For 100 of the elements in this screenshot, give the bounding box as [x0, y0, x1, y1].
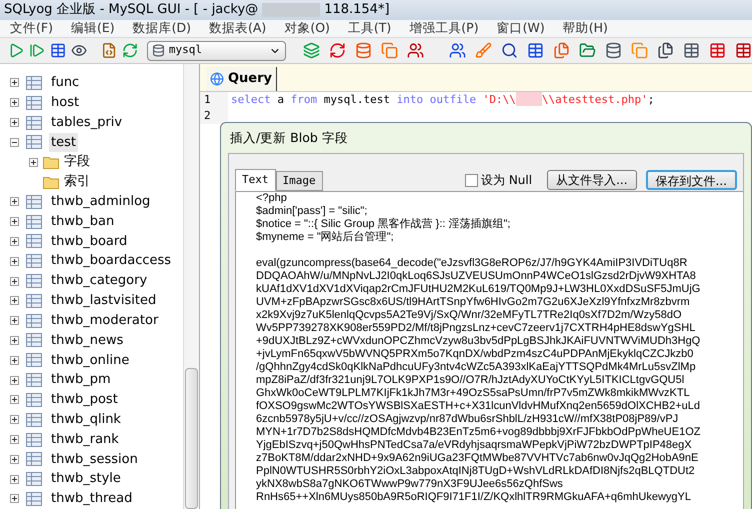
tree-item[interactable]: func	[49, 73, 82, 93]
text-line: x2k9Xvj9z7uK5lenlqQcvps5A2Te9Vj/SxQ/Wnr/32eMFyTL7TRe2Iq0sXf7D2m/Wzy58dO	[256, 309, 683, 322]
search-icon[interactable]	[500, 42, 518, 59]
expand-icon[interactable]	[10, 494, 19, 504]
tree-item[interactable]: thwb_adminlog	[49, 192, 152, 212]
play-icon[interactable]	[8, 42, 24, 59]
expand-icon[interactable]	[10, 376, 19, 385]
expand-icon[interactable]	[10, 256, 19, 266]
menu-item[interactable]: 文件(F)	[10, 19, 53, 38]
menu-item[interactable]: 帮助(H)	[562, 19, 608, 38]
table-icon	[26, 96, 42, 110]
user-icon[interactable]	[406, 42, 424, 59]
expand-icon[interactable]	[10, 435, 19, 444]
expand-icon[interactable]	[10, 118, 19, 128]
menu-item[interactable]: 对象(O)	[284, 19, 330, 38]
code-token: mysql.test	[324, 92, 391, 108]
menu-item[interactable]: 数据库(D)	[132, 19, 191, 38]
tree-item[interactable]: thwb_news	[49, 330, 126, 350]
expand-icon[interactable]	[10, 336, 19, 345]
expand-icon[interactable]	[10, 296, 19, 306]
expand-icon[interactable]	[10, 415, 19, 424]
tree-item[interactable]: test	[49, 132, 78, 152]
expand-icon[interactable]	[10, 276, 19, 286]
expand-icon[interactable]	[10, 454, 19, 464]
menu-item[interactable]: 数据表(A)	[209, 19, 266, 38]
database-dropdown[interactable]: mysql	[146, 40, 286, 60]
table-icon[interactable]	[526, 42, 544, 59]
menu-item[interactable]: 增强工具(P)	[409, 19, 479, 38]
tree-item[interactable]: 索引	[64, 172, 90, 192]
tree-item[interactable]: thwb_moderator	[49, 310, 160, 330]
database-icon[interactable]	[604, 42, 622, 59]
expand-icon[interactable]	[10, 217, 19, 226]
files-icon[interactable]	[656, 42, 674, 59]
redacted-block	[516, 92, 542, 106]
text-line: GhxWk0oCeWT9LPLM7KIjFk1kJh7M3r+49OzS5saPsUmn/frP7v5mZWk8mkikMWvzKTL	[256, 387, 691, 400]
script-icon[interactable]	[100, 42, 117, 59]
text-line: PplN0WTUSHR5S0rbhY2iOxL3abpoxAtqINj8TUgD+WshVLdRLkDAfDI8Njfs2qBLQTDUt2	[256, 465, 696, 478]
tree-item[interactable]: thwb_qlink	[49, 410, 123, 430]
refresh-icon[interactable]	[122, 42, 138, 59]
tree-item[interactable]: tables_priv	[49, 112, 124, 132]
expand-icon[interactable]	[10, 197, 19, 206]
menu-item[interactable]: 窗口(W)	[496, 19, 545, 38]
text-area[interactable]	[235, 191, 743, 509]
expand-icon[interactable]	[10, 98, 19, 108]
table-icon[interactable]	[734, 42, 752, 59]
folder-icon[interactable]	[578, 42, 596, 59]
query-tab[interactable]: Query	[206, 67, 278, 91]
table-icon	[26, 452, 42, 466]
tree-item[interactable]: thwb_online	[49, 350, 132, 370]
dialog-button[interactable]: 保存到文件...	[646, 170, 737, 190]
text-line: YjgEbISzvq+j50QwHhsPNTedCsa7a/eVRdyhjsaqrsmaWPepkVjPiW72bzDWPTpIP48egX	[256, 439, 693, 452]
expand-icon[interactable]	[10, 395, 19, 404]
expand-icon[interactable]	[10, 236, 19, 246]
expand-icon[interactable]	[10, 474, 19, 484]
tree-item[interactable]: host	[49, 92, 82, 112]
database-icon[interactable]	[354, 42, 372, 59]
brush-icon[interactable]	[474, 42, 492, 59]
table-icon	[26, 274, 42, 288]
expand-icon[interactable]	[10, 78, 19, 88]
tree-item[interactable]: thwb_rank	[49, 430, 121, 450]
table-icon[interactable]	[708, 42, 726, 59]
menu-item[interactable]: 编辑(E)	[70, 19, 115, 38]
refresh-icon[interactable]	[328, 42, 346, 59]
expand-icon[interactable]	[10, 356, 19, 365]
stack-icon[interactable]	[302, 42, 320, 59]
dialog-button[interactable]: 从文件导入...	[547, 170, 637, 190]
dialog-tab[interactable]: Text	[235, 169, 276, 191]
users-icon[interactable]	[448, 42, 466, 59]
tree-item[interactable]: thwb_thread	[49, 489, 134, 509]
dialog-tab[interactable]: Image	[276, 171, 323, 191]
tree-item[interactable]: thwb_post	[49, 390, 120, 410]
copy-icon[interactable]	[380, 42, 398, 59]
eye-icon[interactable]	[71, 42, 88, 59]
step-icon[interactable]	[29, 42, 46, 59]
tree-item[interactable]: thwb_boardaccess	[49, 251, 174, 271]
scrollbar[interactable]	[183, 64, 199, 509]
tree-item[interactable]: thwb_session	[49, 450, 140, 470]
tree-item[interactable]: thwb_pm	[49, 370, 113, 390]
tree-item[interactable]: thwb_category	[49, 271, 150, 291]
table-icon	[26, 492, 42, 506]
table-icon[interactable]	[682, 42, 700, 59]
table-icon	[26, 472, 42, 486]
menu-item[interactable]: 工具(T)	[348, 19, 392, 38]
table-icon	[26, 333, 42, 348]
text-line: /gQhhnZgy4cdSk0qKlkNaPdhcuUFy3ntv4cWZc5A393xlKaEajYTTSQPdMk4MrLu5svZlMp	[256, 361, 697, 374]
tree-item[interactable]: thwb_ban	[49, 212, 116, 232]
scrollbar-thumb[interactable]	[185, 368, 198, 509]
tree-item[interactable]: thwb_lastvisited	[49, 291, 158, 311]
table-icon[interactable]	[50, 42, 66, 59]
text-line: MYN+1r7D7b2S8dsHQMDfcMdvb4B23EnTz5m6+vog89dbbbj9XrFJFbkbOdPpWheUE1OZ	[256, 426, 702, 439]
tree-item[interactable]: 字段	[64, 152, 90, 172]
table-icon	[26, 116, 42, 130]
code-token: select	[231, 92, 272, 108]
tree-item[interactable]: thwb_style	[49, 469, 123, 489]
table-icon	[26, 314, 42, 328]
expand-icon[interactable]	[10, 316, 19, 326]
null-checkbox[interactable]	[465, 174, 478, 186]
collapse-icon[interactable]	[10, 138, 19, 147]
tree-item[interactable]: thwb_board	[49, 232, 130, 252]
expand-icon[interactable]	[29, 158, 38, 167]
